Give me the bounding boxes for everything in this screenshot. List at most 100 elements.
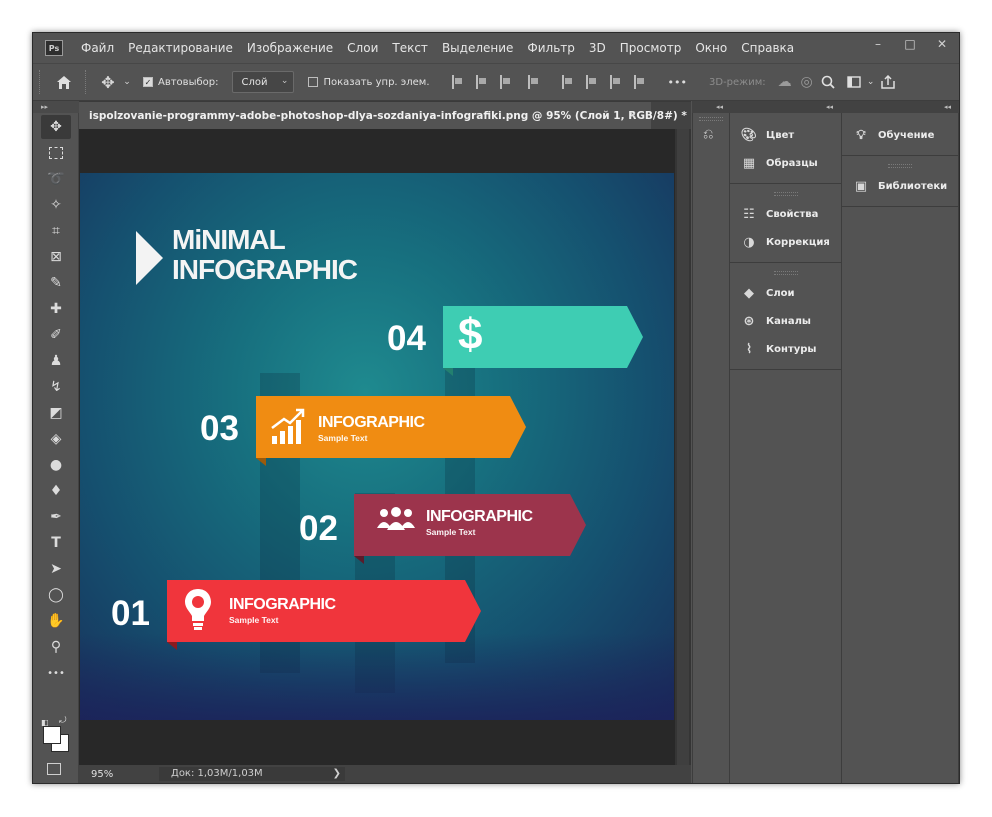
menu-3d[interactable]: 3D (589, 41, 606, 55)
panel-item-libraries[interactable]: ▣ Библиотеки (842, 172, 958, 200)
type-tool-icon[interactable]: T (41, 531, 71, 555)
magic-wand-tool-icon[interactable]: ✧ (41, 193, 71, 217)
panel-item-swatches[interactable]: ▦ Образцы (730, 149, 841, 177)
paint-bucket-tool-icon[interactable]: ◈ (41, 427, 71, 451)
menu-file[interactable]: Файл (81, 41, 114, 55)
3d-mode-label: 3D-режим: (709, 76, 766, 88)
vertical-scrollbar[interactable] (675, 129, 691, 765)
healing-brush-tool-icon[interactable]: ✚ (41, 297, 71, 321)
lasso-tool-icon[interactable]: ➰ (41, 167, 71, 191)
more-options-button[interactable]: ••• (668, 76, 687, 89)
chevron-right-icon[interactable]: ❯ (333, 767, 341, 781)
show-transform-toggle[interactable]: Показать упр. элем. (308, 77, 430, 88)
status-bar: 95% Док: 1,03M/1,03M ❯ (79, 765, 691, 783)
search-icon[interactable] (818, 75, 838, 89)
move-tool-icon[interactable]: ✥ (95, 73, 121, 92)
3d-orbit-icon[interactable]: ☁ (774, 74, 796, 90)
panel-item-learn[interactable]: 💡︎ Обучение (842, 121, 958, 149)
autoselect-checkbox[interactable]: ✓ (143, 77, 153, 87)
adjustments-icon: ◑ (743, 234, 755, 250)
history-icon[interactable]: ⎌ (703, 127, 713, 142)
distribute-vertical-icon[interactable] (633, 75, 646, 89)
crop-tool-icon[interactable]: ⌗ (41, 219, 71, 243)
pen-tool-icon[interactable]: ✒ (41, 505, 71, 529)
panel-item-layers[interactable]: ◆ Слои (730, 279, 841, 307)
frame-tool-icon[interactable]: ⊠ (41, 245, 71, 269)
eraser-tool-icon[interactable]: ◩ (41, 401, 71, 425)
blur-tool-icon[interactable]: ● (41, 453, 71, 477)
align-buttons (446, 75, 652, 89)
menu-edit[interactable]: Редактирование (128, 41, 233, 55)
panel-col-collapse[interactable]: ◂◂ (730, 101, 842, 113)
history-brush-tool-icon[interactable]: ↯ (41, 375, 71, 399)
panel-item-adjustments[interactable]: ◑ Коррекция (730, 228, 841, 256)
color-swatches[interactable]: ◧ ⤾ (41, 716, 73, 754)
home-icon[interactable] (49, 75, 79, 90)
document-tab[interactable]: ispolzovanie-programmy-adobe-photoshop-d… (79, 102, 687, 130)
distribute-icon[interactable] (527, 75, 540, 89)
3d-rotate-icon[interactable]: ◎ (796, 74, 818, 90)
panel-grip[interactable] (699, 117, 723, 121)
show-transform-checkbox[interactable] (308, 77, 319, 87)
options-bar-grip[interactable] (39, 70, 43, 94)
align-center-icon[interactable] (475, 75, 488, 89)
menu-select[interactable]: Выделение (442, 41, 513, 55)
menu-layer[interactable]: Слои (347, 41, 378, 55)
hand-tool-icon[interactable]: ✋ (41, 609, 71, 633)
tools-collapse-arrows[interactable]: ▸▸ (33, 101, 79, 113)
scrollbar-thumb[interactable] (677, 129, 689, 765)
panel-item-paths[interactable]: ⌇ Контуры (730, 335, 841, 363)
panel-column-2: 💡︎ Обучение ▣ Библиотеки (842, 113, 959, 783)
align-top-icon[interactable] (561, 75, 574, 89)
path-selection-tool-icon[interactable]: ➤ (41, 557, 71, 581)
panel-item-label: Контуры (766, 343, 817, 355)
share-icon[interactable] (876, 75, 900, 89)
close-icon[interactable]: ✕ (629, 111, 637, 121)
marquee-tool-icon[interactable] (41, 141, 71, 165)
document-image[interactable]: MiNIMAL INFOGRAPHIC 04 $ 03 INFOGRAPHIC (80, 173, 674, 720)
menu-filter[interactable]: Фильтр (527, 41, 574, 55)
menu-type[interactable]: Текст (392, 41, 428, 55)
more-tools-icon[interactable]: ••• (41, 661, 71, 685)
menu-image[interactable]: Изображение (247, 41, 333, 55)
chevron-down-icon[interactable]: ⌄ (866, 77, 876, 87)
panel-item-color[interactable]: 🎨︎ Цвет (730, 121, 841, 149)
chevron-down-icon[interactable]: ⌄ (121, 77, 133, 87)
panel-strip-collapse[interactable]: ◂◂ (692, 101, 730, 113)
menu-window[interactable]: Окно (695, 41, 727, 55)
clone-stamp-tool-icon[interactable]: ♟ (41, 349, 71, 373)
workspace-icon[interactable] (842, 76, 866, 88)
foreground-color-swatch[interactable] (43, 726, 61, 744)
menu-help[interactable]: Справка (741, 41, 794, 55)
palette-icon: 🎨︎ (740, 127, 758, 143)
panel-col2-collapse[interactable]: ◂◂ (842, 101, 959, 113)
panel-item-properties[interactable]: ☷ Свойства (730, 200, 841, 228)
photoshop-window: Ps Файл Редактирование Изображение Слои … (32, 32, 960, 784)
panel-grip[interactable] (773, 192, 798, 196)
quick-mask-icon[interactable] (47, 763, 61, 775)
swap-colors-icon[interactable]: ⤾ (59, 716, 67, 726)
autoselect-label: Автовыбор: (158, 76, 219, 88)
panel-grip[interactable] (888, 164, 912, 168)
brush-tool-icon[interactable]: ✐ (41, 323, 71, 347)
minimize-button[interactable]: – (861, 33, 895, 55)
maximize-button[interactable]: □ (895, 33, 925, 55)
ellipse-tool-icon[interactable]: ◯ (41, 583, 71, 607)
autoselect-target-select[interactable]: Слой ⌄ (232, 71, 295, 93)
dodge-tool-icon[interactable]: ♦ (41, 479, 71, 503)
align-bottom-icon[interactable] (609, 75, 622, 89)
align-right-icon[interactable] (499, 75, 512, 89)
menu-view[interactable]: Просмотр (620, 41, 682, 55)
autoselect-toggle[interactable]: ✓ Автовыбор: (143, 77, 218, 88)
panel-grip[interactable] (773, 271, 798, 275)
zoom-level[interactable]: 95% (91, 769, 159, 780)
move-tool-icon[interactable]: ✥ (41, 115, 71, 139)
close-button[interactable]: ✕ (925, 33, 959, 55)
panel-item-channels[interactable]: ⊛ Каналы (730, 307, 841, 335)
swatches-grid-icon: ▦ (742, 155, 756, 171)
align-middle-icon[interactable] (585, 75, 598, 89)
document-info[interactable]: Док: 1,03M/1,03M ❯ (159, 767, 345, 781)
eyedropper-tool-icon[interactable]: ✎ (41, 271, 71, 295)
zoom-tool-icon[interactable]: ⚲ (41, 635, 71, 659)
align-left-icon[interactable] (451, 75, 464, 89)
